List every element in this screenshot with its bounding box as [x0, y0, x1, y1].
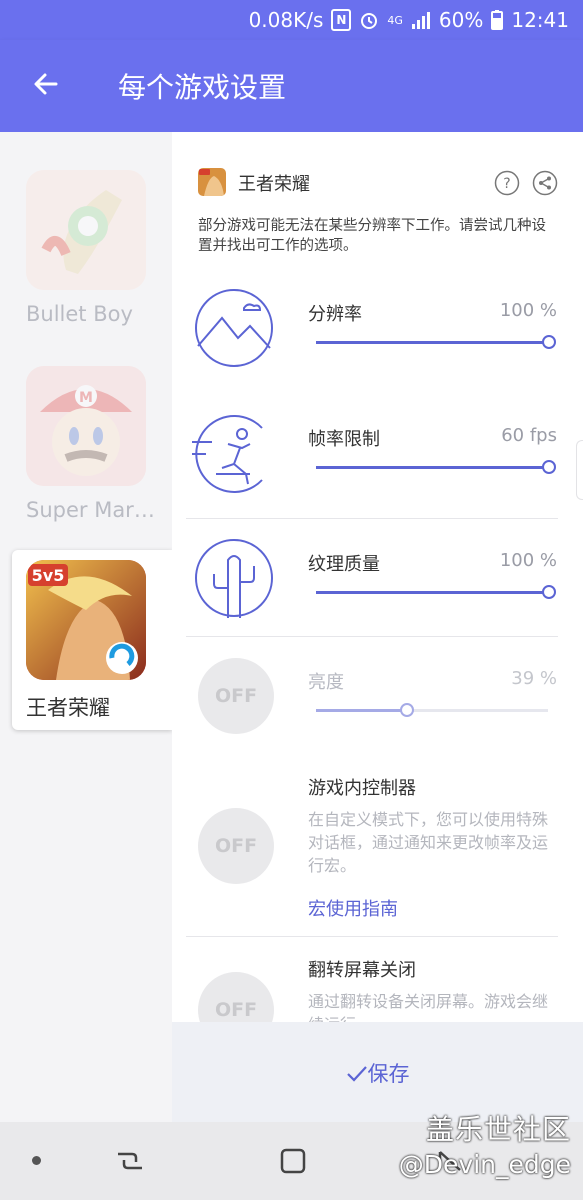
alarm-icon: [361, 13, 378, 29]
game-name: Super Mar…: [26, 498, 155, 522]
recents-icon[interactable]: [116, 1148, 144, 1174]
resolution-slider[interactable]: [316, 334, 556, 349]
texture-slider[interactable]: [316, 584, 556, 599]
compatibility-note: 部分游戏可能无法在某些分辨率下工作。请尝试几种设置并找出可工作的选项。: [198, 218, 546, 254]
watermark-handle: @Devin_edge: [398, 1150, 571, 1179]
net-speed: 0.08K/s: [248, 8, 324, 32]
setting-title-frame-rate: 帧率限制: [308, 429, 380, 450]
setting-value-frame-rate: 60 fps: [501, 425, 557, 446]
slider-knob[interactable]: [542, 459, 556, 474]
game-item-bullet-boy[interactable]: Bullet Boy: [12, 170, 172, 370]
network-label: 4G: [387, 13, 403, 27]
setting-value-texture: 100 %: [499, 550, 557, 571]
slider-knob[interactable]: [542, 334, 556, 349]
game-list: Bullet Boy M Super Mar… 5v5 王者荣耀: [0, 132, 172, 1122]
brightness-slider[interactable]: [316, 702, 548, 717]
save-label: 保存: [367, 1062, 410, 1086]
mountain-icon: [195, 289, 273, 367]
help-icon[interactable]: ?: [494, 170, 520, 196]
cactus-icon: [195, 539, 273, 618]
nfc-icon: N: [331, 9, 352, 31]
slider-knob[interactable]: [542, 584, 556, 599]
controller-description: 在自定义模式下，您可以使用特殊对话框，通过通知来更改帧率及运行宏。: [308, 810, 549, 875]
svg-text:?: ?: [503, 176, 510, 192]
bullet-boy-app-icon: [26, 170, 146, 290]
controller-toggle[interactable]: OFF: [198, 808, 274, 884]
nav-dot-icon[interactable]: [32, 1156, 41, 1165]
page-title: 每个游戏设置: [118, 71, 287, 104]
slider-fill: [316, 709, 407, 712]
svg-text:5v5: 5v5: [32, 566, 65, 585]
save-bar: 保存: [172, 1022, 583, 1122]
runner-icon: [192, 415, 263, 493]
share-icon[interactable]: [532, 170, 558, 196]
super-mario-app-icon: M: [26, 366, 146, 486]
setting-value-resolution: 100 %: [499, 300, 557, 321]
divider: [186, 636, 558, 637]
macro-guide-link[interactable]: 宏使用指南: [308, 895, 398, 921]
back-arrow-icon[interactable]: [30, 68, 62, 100]
slider-knob[interactable]: [400, 702, 414, 717]
setting-title-brightness: 亮度: [308, 672, 344, 693]
frame-rate-slider[interactable]: [316, 459, 556, 474]
setting-title-flip: 翻转屏幕关闭: [308, 960, 416, 981]
signal-icon: [411, 12, 430, 29]
game-name: Bullet Boy: [26, 302, 133, 326]
setting-title-resolution: 分辨率: [308, 304, 362, 325]
battery-icon: [491, 10, 504, 30]
status-bar: 0.08K/s N 4G 60% 12:41: [0, 0, 583, 40]
check-icon: [346, 1066, 367, 1082]
divider: [186, 936, 558, 937]
selected-game-icon: [198, 168, 226, 196]
app-bar: 每个游戏设置: [0, 40, 583, 132]
save-button[interactable]: 保存: [172, 1058, 583, 1088]
clock: 12:41: [511, 8, 569, 32]
brightness-toggle[interactable]: OFF: [198, 658, 274, 734]
game-name: 王者荣耀: [26, 696, 110, 720]
selected-game-name: 王者荣耀: [238, 174, 310, 195]
watermark-title: 盖乐世社区: [425, 1113, 571, 1146]
setting-title-texture: 纹理质量: [308, 554, 380, 575]
home-icon[interactable]: [280, 1148, 306, 1174]
navigation-bar: 盖乐世社区 @Devin_edge: [0, 1113, 583, 1200]
game-settings-panel: 王者荣耀 ? 部分游戏可能无法在某些分辨率下工作。请尝试几种设置并找出可工作的选…: [172, 132, 583, 1122]
divider: [186, 518, 558, 519]
honor-of-kings-app-icon: 5v5: [26, 560, 146, 680]
setting-title-controller: 游戏内控制器: [308, 778, 416, 799]
battery-percent: 60%: [438, 8, 484, 32]
game-item-super-mario[interactable]: M Super Mar…: [12, 366, 172, 566]
scroll-indicator: [576, 440, 583, 500]
game-item-honor-of-kings[interactable]: 5v5 王者荣耀: [12, 550, 172, 730]
svg-text:M: M: [79, 390, 93, 406]
setting-value-brightness: 39 %: [511, 668, 557, 689]
